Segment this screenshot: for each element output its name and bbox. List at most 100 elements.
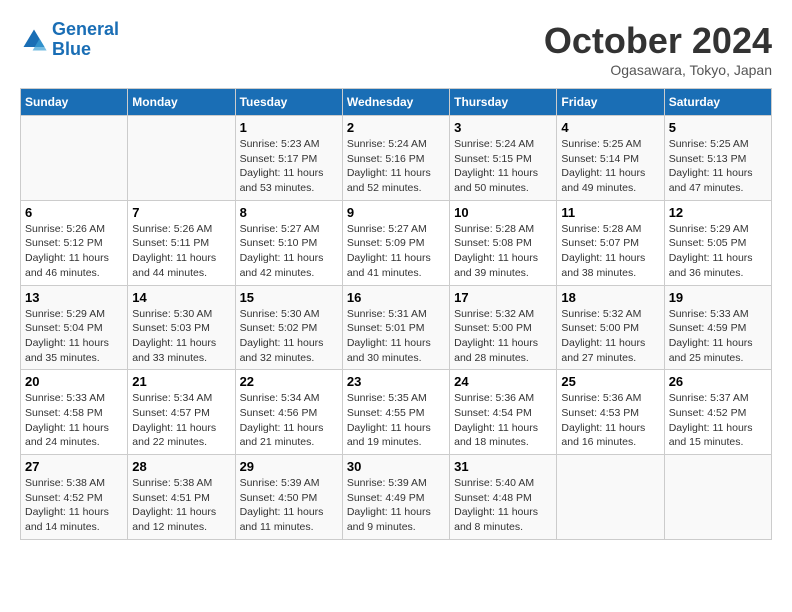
calendar-cell: 19Sunrise: 5:33 AM Sunset: 4:59 PM Dayli… [664, 285, 771, 370]
calendar-cell: 2 Sunrise: 5:24 AM Sunset: 5:16 PM Daylig… [342, 116, 449, 201]
day-number: 17 [454, 290, 552, 305]
calendar-cell: 17 Sunrise: 5:32 AM Sunset: 5:00 PM Dayli… [450, 285, 557, 370]
calendar-cell: 25Sunrise: 5:36 AM Sunset: 4:53 PM Dayli… [557, 370, 664, 455]
day-number: 23 [347, 374, 445, 389]
day-number: 22 [240, 374, 338, 389]
day-number: 9 [347, 205, 445, 220]
day-info: Sunrise: 5:34 AM Sunset: 4:57 PM Dayligh… [132, 391, 230, 450]
day-number: 29 [240, 459, 338, 474]
day-info: Sunrise: 5:27 AM Sunset: 5:09 PM Dayligh… [347, 222, 445, 281]
weekday-header-monday: Monday [128, 89, 235, 116]
calendar-cell: 28Sunrise: 5:38 AM Sunset: 4:51 PM Dayli… [128, 455, 235, 540]
week-row-2: 6 Sunrise: 5:26 AM Sunset: 5:12 PM Daylig… [21, 200, 772, 285]
day-number: 28 [132, 459, 230, 474]
day-number: 14 [132, 290, 230, 305]
calendar-cell: 29 Sunrise: 5:39 AM Sunset: 4:50 PM Dayli… [235, 455, 342, 540]
day-info: Sunrise: 5:30 AM Sunset: 5:03 PM Dayligh… [132, 307, 230, 366]
calendar-cell: 7 Sunrise: 5:26 AM Sunset: 5:11 PM Daylig… [128, 200, 235, 285]
calendar-cell: 6 Sunrise: 5:26 AM Sunset: 5:12 PM Daylig… [21, 200, 128, 285]
calendar-cell: 3Sunrise: 5:24 AM Sunset: 5:15 PM Daylig… [450, 116, 557, 201]
week-row-3: 13 Sunrise: 5:29 AM Sunset: 5:04 PM Dayli… [21, 285, 772, 370]
day-number: 21 [132, 374, 230, 389]
calendar-cell: 11Sunrise: 5:28 AM Sunset: 5:07 PM Dayli… [557, 200, 664, 285]
weekday-header-thursday: Thursday [450, 89, 557, 116]
calendar-cell [664, 455, 771, 540]
day-info: Sunrise: 5:29 AM Sunset: 5:04 PM Dayligh… [25, 307, 123, 366]
day-info: Sunrise: 5:25 AM Sunset: 5:13 PM Dayligh… [669, 137, 767, 196]
calendar-cell: 18 Sunrise: 5:32 AM Sunset: 5:00 PM Dayli… [557, 285, 664, 370]
day-number: 31 [454, 459, 552, 474]
day-info: Sunrise: 5:36 AM Sunset: 4:53 PM Dayligh… [561, 391, 659, 450]
day-info: Sunrise: 5:24 AM Sunset: 5:16 PM Dayligh… [347, 137, 445, 196]
calendar-cell: 24Sunrise: 5:36 AM Sunset: 4:54 PM Dayli… [450, 370, 557, 455]
calendar-cell: 14 Sunrise: 5:30 AM Sunset: 5:03 PM Dayli… [128, 285, 235, 370]
logo-text: General Blue [52, 20, 119, 60]
day-number: 13 [25, 290, 123, 305]
day-number: 16 [347, 290, 445, 305]
calendar-cell: 27 Sunrise: 5:38 AM Sunset: 4:52 PM Dayli… [21, 455, 128, 540]
calendar-cell: 16 Sunrise: 5:31 AM Sunset: 5:01 PM Dayli… [342, 285, 449, 370]
header: General Blue October 2024 Ogasawara, Tok… [20, 20, 772, 78]
day-number: 6 [25, 205, 123, 220]
day-info: Sunrise: 5:32 AM Sunset: 5:00 PM Dayligh… [561, 307, 659, 366]
calendar-cell: 4Sunrise: 5:25 AM Sunset: 5:14 PM Daylig… [557, 116, 664, 201]
day-info: Sunrise: 5:39 AM Sunset: 4:50 PM Dayligh… [240, 476, 338, 535]
week-row-1: 1Sunrise: 5:23 AM Sunset: 5:17 PM Daylig… [21, 116, 772, 201]
calendar-cell: 22 Sunrise: 5:34 AM Sunset: 4:56 PM Dayli… [235, 370, 342, 455]
day-number: 15 [240, 290, 338, 305]
day-info: Sunrise: 5:33 AM Sunset: 4:59 PM Dayligh… [669, 307, 767, 366]
day-number: 4 [561, 120, 659, 135]
day-info: Sunrise: 5:38 AM Sunset: 4:52 PM Dayligh… [25, 476, 123, 535]
day-info: Sunrise: 5:40 AM Sunset: 4:48 PM Dayligh… [454, 476, 552, 535]
day-number: 18 [561, 290, 659, 305]
day-info: Sunrise: 5:32 AM Sunset: 5:00 PM Dayligh… [454, 307, 552, 366]
calendar-cell: 26Sunrise: 5:37 AM Sunset: 4:52 PM Dayli… [664, 370, 771, 455]
day-info: Sunrise: 5:28 AM Sunset: 5:08 PM Dayligh… [454, 222, 552, 281]
logo-blue: Blue [52, 39, 91, 59]
calendar-cell: 20Sunrise: 5:33 AM Sunset: 4:58 PM Dayli… [21, 370, 128, 455]
calendar-cell: 1Sunrise: 5:23 AM Sunset: 5:17 PM Daylig… [235, 116, 342, 201]
day-info: Sunrise: 5:30 AM Sunset: 5:02 PM Dayligh… [240, 307, 338, 366]
title-area: October 2024 Ogasawara, Tokyo, Japan [544, 20, 772, 78]
day-number: 8 [240, 205, 338, 220]
week-row-5: 27 Sunrise: 5:38 AM Sunset: 4:52 PM Dayli… [21, 455, 772, 540]
day-number: 3 [454, 120, 552, 135]
day-number: 27 [25, 459, 123, 474]
day-info: Sunrise: 5:34 AM Sunset: 4:56 PM Dayligh… [240, 391, 338, 450]
day-info: Sunrise: 5:27 AM Sunset: 5:10 PM Dayligh… [240, 222, 338, 281]
day-number: 10 [454, 205, 552, 220]
calendar-title: October 2024 [544, 20, 772, 62]
day-number: 5 [669, 120, 767, 135]
day-number: 24 [454, 374, 552, 389]
calendar-subtitle: Ogasawara, Tokyo, Japan [544, 62, 772, 78]
calendar-cell [21, 116, 128, 201]
calendar-cell: 30Sunrise: 5:39 AM Sunset: 4:49 PM Dayli… [342, 455, 449, 540]
day-number: 26 [669, 374, 767, 389]
day-number: 30 [347, 459, 445, 474]
day-info: Sunrise: 5:31 AM Sunset: 5:01 PM Dayligh… [347, 307, 445, 366]
calendar-cell: 31 Sunrise: 5:40 AM Sunset: 4:48 PM Dayli… [450, 455, 557, 540]
calendar-cell [128, 116, 235, 201]
calendar-cell: 10 Sunrise: 5:28 AM Sunset: 5:08 PM Dayli… [450, 200, 557, 285]
calendar-cell: 12Sunrise: 5:29 AM Sunset: 5:05 PM Dayli… [664, 200, 771, 285]
day-info: Sunrise: 5:26 AM Sunset: 5:12 PM Dayligh… [25, 222, 123, 281]
day-info: Sunrise: 5:23 AM Sunset: 5:17 PM Dayligh… [240, 137, 338, 196]
weekday-header-wednesday: Wednesday [342, 89, 449, 116]
calendar-cell: 13 Sunrise: 5:29 AM Sunset: 5:04 PM Dayli… [21, 285, 128, 370]
day-info: Sunrise: 5:26 AM Sunset: 5:11 PM Dayligh… [132, 222, 230, 281]
calendar-table: SundayMondayTuesdayWednesdayThursdayFrid… [20, 88, 772, 540]
day-number: 12 [669, 205, 767, 220]
calendar-cell: 15 Sunrise: 5:30 AM Sunset: 5:02 PM Dayli… [235, 285, 342, 370]
weekday-header-sunday: Sunday [21, 89, 128, 116]
calendar-cell: 5 Sunrise: 5:25 AM Sunset: 5:13 PM Daylig… [664, 116, 771, 201]
weekday-header-row: SundayMondayTuesdayWednesdayThursdayFrid… [21, 89, 772, 116]
day-info: Sunrise: 5:35 AM Sunset: 4:55 PM Dayligh… [347, 391, 445, 450]
calendar-cell: 9 Sunrise: 5:27 AM Sunset: 5:09 PM Daylig… [342, 200, 449, 285]
logo-general: General [52, 19, 119, 39]
day-number: 7 [132, 205, 230, 220]
weekday-header-tuesday: Tuesday [235, 89, 342, 116]
week-row-4: 20Sunrise: 5:33 AM Sunset: 4:58 PM Dayli… [21, 370, 772, 455]
day-number: 2 [347, 120, 445, 135]
day-info: Sunrise: 5:28 AM Sunset: 5:07 PM Dayligh… [561, 222, 659, 281]
calendar-cell [557, 455, 664, 540]
